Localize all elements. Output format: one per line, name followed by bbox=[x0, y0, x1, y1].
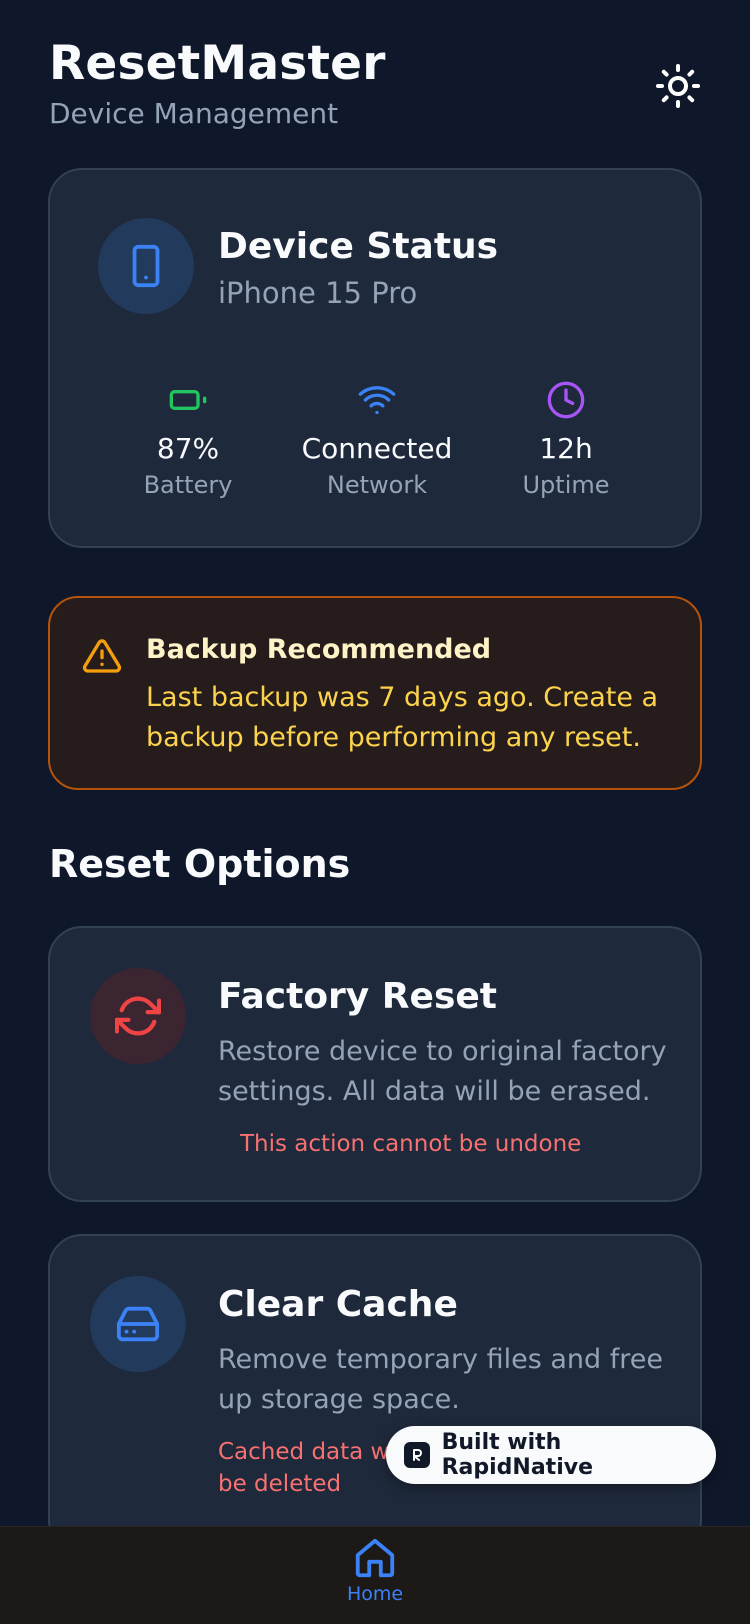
battery-value: 87% bbox=[156, 432, 220, 465]
app-title: ResetMaster bbox=[49, 36, 386, 91]
alert-title: Backup Recommended bbox=[146, 634, 492, 665]
stat-uptime: 12h Uptime bbox=[466, 380, 666, 499]
built-with-badge[interactable]: Built with RapidNative bbox=[386, 1426, 716, 1484]
clock-icon bbox=[547, 381, 585, 419]
network-value: Connected bbox=[301, 432, 453, 465]
theme-toggle-button[interactable] bbox=[648, 56, 708, 116]
clear-cache-icon-circle bbox=[90, 1276, 186, 1372]
refresh-icon bbox=[115, 996, 161, 1036]
battery-icon bbox=[169, 390, 207, 410]
hard-drive-icon bbox=[116, 1306, 160, 1342]
device-icon-circle bbox=[98, 218, 194, 314]
backup-alert: Backup Recommended Last backup was 7 day… bbox=[48, 596, 702, 790]
stat-battery: 87% Battery bbox=[88, 380, 288, 499]
uptime-value: 12h bbox=[539, 432, 593, 465]
device-model: iPhone 15 Pro bbox=[218, 276, 418, 310]
factory-reset-icon-circle bbox=[90, 968, 186, 1064]
warning-icon bbox=[82, 639, 122, 673]
badge-label: Built with RapidNative bbox=[441, 1430, 593, 1480]
factory-reset-title: Factory Reset bbox=[218, 976, 497, 1017]
factory-reset-description: Restore device to original factory setti… bbox=[218, 1036, 667, 1107]
smartphone-icon bbox=[132, 244, 160, 288]
battery-label: Battery bbox=[143, 471, 233, 499]
factory-reset-warning: This action cannot be undone bbox=[240, 1131, 582, 1157]
app-subtitle: Device Management bbox=[49, 97, 339, 130]
nav-label-home: Home bbox=[346, 1583, 404, 1605]
wifi-icon bbox=[358, 386, 396, 415]
factory-reset-card[interactable]: Factory Reset Restore device to original… bbox=[48, 926, 702, 1202]
device-status-card: Device Status iPhone 15 Pro 87% Battery bbox=[48, 168, 702, 548]
nav-item-home[interactable]: Home bbox=[325, 1535, 425, 1624]
alert-text: Last backup was 7 days ago. Create a bac… bbox=[146, 682, 659, 753]
network-label: Network bbox=[326, 471, 428, 499]
rapidnative-logo-icon bbox=[404, 1442, 430, 1468]
uptime-label: Uptime bbox=[522, 471, 610, 499]
clear-cache-description: Remove temporary files and free up stora… bbox=[218, 1344, 663, 1415]
stat-network: Connected Network bbox=[277, 380, 477, 499]
reset-options-title: Reset Options bbox=[49, 842, 351, 886]
app-screen: ResetMaster Device Management Device Sta… bbox=[0, 0, 750, 1624]
bottom-nav: Home bbox=[0, 1526, 750, 1624]
scroll-content[interactable]: ResetMaster Device Management Device Sta… bbox=[0, 0, 750, 1526]
clear-cache-title: Clear Cache bbox=[218, 1284, 458, 1325]
home-icon bbox=[355, 1538, 395, 1578]
sun-icon bbox=[656, 64, 700, 108]
device-status-title: Device Status bbox=[218, 226, 499, 267]
